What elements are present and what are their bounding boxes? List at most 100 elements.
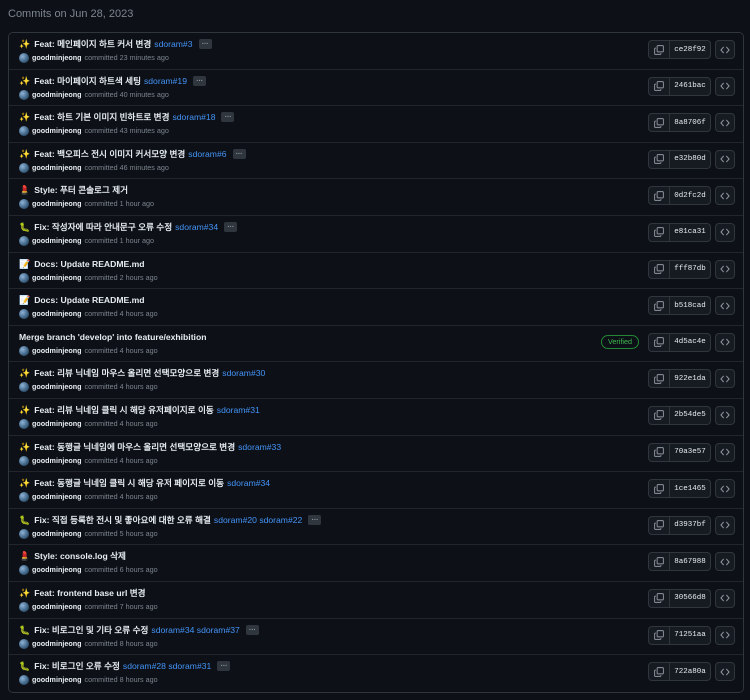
avatar[interactable] bbox=[19, 675, 29, 686]
browse-repo-button[interactable] bbox=[715, 186, 735, 206]
avatar[interactable] bbox=[19, 309, 29, 320]
issue-ref-link[interactable]: sdoram#30 bbox=[222, 368, 265, 378]
avatar[interactable] bbox=[19, 455, 29, 466]
commit-author-link[interactable]: goodminjeong bbox=[32, 602, 82, 612]
copy-sha-button[interactable] bbox=[649, 480, 670, 498]
copy-sha-button[interactable] bbox=[649, 223, 670, 241]
commit-title-link[interactable]: Feat: 하트 기본 이미지 빈하트로 변경 bbox=[34, 111, 169, 123]
avatar[interactable] bbox=[19, 162, 29, 173]
browse-repo-button[interactable] bbox=[715, 369, 735, 389]
ellipsis-icon[interactable]: … bbox=[198, 39, 212, 49]
issue-ref-link[interactable]: sdoram#22 bbox=[259, 515, 302, 525]
copy-sha-button[interactable] bbox=[649, 150, 670, 168]
avatar[interactable] bbox=[19, 272, 29, 283]
copy-sha-button[interactable] bbox=[649, 114, 670, 132]
avatar[interactable] bbox=[19, 53, 29, 63]
copy-sha-button[interactable] bbox=[649, 589, 670, 607]
browse-repo-button[interactable] bbox=[715, 479, 735, 499]
avatar[interactable] bbox=[19, 638, 29, 649]
issue-ref-link[interactable]: sdoram#34 bbox=[175, 222, 218, 232]
copy-sha-button[interactable] bbox=[649, 297, 670, 315]
commit-sha-link[interactable]: b518cad bbox=[670, 297, 710, 314]
browse-repo-button[interactable] bbox=[715, 40, 735, 59]
commit-author-link[interactable]: goodminjeong bbox=[32, 163, 82, 173]
browse-repo-button[interactable] bbox=[715, 259, 735, 279]
verified-badge[interactable]: Verified bbox=[601, 334, 639, 349]
commit-sha-link[interactable]: e81ca31 bbox=[670, 224, 710, 241]
commit-title-link[interactable]: Fix: 작성자에 따라 안내문구 오류 수정 bbox=[34, 221, 172, 233]
commit-sha-link[interactable]: 1ce1465 bbox=[670, 480, 710, 497]
copy-sha-button[interactable] bbox=[649, 187, 670, 205]
commit-title-link[interactable]: Fix: 비로그인 오류 수정 bbox=[34, 660, 120, 672]
browse-repo-button[interactable] bbox=[715, 625, 735, 645]
browse-repo-button[interactable] bbox=[715, 76, 735, 96]
browse-repo-button[interactable] bbox=[715, 332, 735, 352]
browse-repo-button[interactable] bbox=[715, 588, 735, 608]
commit-title-link[interactable]: Feat: 백오피스 전시 이미지 커서모양 변경 bbox=[34, 148, 185, 160]
avatar[interactable] bbox=[19, 89, 29, 100]
ellipsis-icon[interactable]: … bbox=[308, 514, 322, 525]
browse-repo-button[interactable] bbox=[715, 515, 735, 535]
commit-sha-link[interactable]: d3937bf bbox=[670, 517, 710, 534]
browse-repo-button[interactable] bbox=[715, 662, 735, 682]
browse-repo-button[interactable] bbox=[715, 442, 735, 462]
browse-repo-button[interactable] bbox=[715, 222, 735, 242]
issue-ref-link[interactable]: sdoram#19 bbox=[144, 76, 187, 86]
ellipsis-icon[interactable]: … bbox=[224, 221, 238, 232]
issue-ref-link[interactable]: sdoram#34 bbox=[227, 478, 270, 488]
copy-sha-button[interactable] bbox=[649, 626, 670, 644]
commit-sha-link[interactable]: 8a8706f bbox=[670, 114, 710, 131]
commit-author-link[interactable]: goodminjeong bbox=[32, 382, 82, 392]
avatar[interactable] bbox=[19, 601, 29, 612]
ellipsis-icon[interactable]: … bbox=[217, 661, 231, 672]
ellipsis-icon[interactable]: … bbox=[221, 112, 235, 123]
commit-title-link[interactable]: Style: console.log 삭제 bbox=[34, 550, 126, 562]
commit-title-link[interactable]: Fix: 비로그인 및 기타 오류 수정 bbox=[34, 624, 148, 636]
commit-author-link[interactable]: goodminjeong bbox=[32, 565, 82, 575]
commit-sha-link[interactable]: e32b80d bbox=[670, 151, 710, 168]
commit-author-link[interactable]: goodminjeong bbox=[32, 639, 82, 649]
commit-author-link[interactable]: goodminjeong bbox=[32, 346, 82, 356]
commit-sha-link[interactable]: 8a67988 bbox=[670, 553, 710, 570]
issue-ref-link[interactable]: sdoram#28 bbox=[123, 661, 166, 671]
issue-ref-link[interactable]: sdoram#31 bbox=[168, 661, 211, 671]
commit-author-link[interactable]: goodminjeong bbox=[32, 126, 82, 136]
browse-repo-button[interactable] bbox=[715, 405, 735, 425]
avatar[interactable] bbox=[19, 126, 29, 137]
commit-sha-link[interactable]: 2461bac bbox=[670, 78, 710, 95]
avatar[interactable] bbox=[19, 199, 29, 210]
issue-ref-link[interactable]: sdoram#6 bbox=[188, 149, 226, 159]
commit-author-link[interactable]: goodminjeong bbox=[32, 53, 82, 63]
commit-sha-link[interactable]: ce28f92 bbox=[670, 41, 710, 58]
copy-sha-button[interactable] bbox=[649, 516, 670, 534]
commit-sha-link[interactable]: 30566d8 bbox=[670, 590, 710, 607]
avatar[interactable] bbox=[19, 382, 29, 393]
commit-title-link[interactable]: Style: 푸터 콘솔로그 제거 bbox=[34, 184, 128, 196]
commit-sha-link[interactable]: 722a80a bbox=[670, 663, 710, 680]
ellipsis-icon[interactable]: … bbox=[192, 75, 206, 86]
browse-repo-button[interactable] bbox=[715, 552, 735, 572]
avatar[interactable] bbox=[19, 235, 29, 246]
issue-ref-link[interactable]: sdoram#18 bbox=[172, 112, 215, 122]
commit-title-link[interactable]: Merge branch 'develop' into feature/exhi… bbox=[19, 331, 206, 343]
commit-sha-link[interactable]: 4d5ac4e bbox=[670, 334, 710, 351]
avatar[interactable] bbox=[19, 418, 29, 429]
commit-author-link[interactable]: goodminjeong bbox=[32, 309, 82, 319]
commit-title-link[interactable]: Fix: 직접 등록한 전시 및 좋아요에 대한 오류 해결 bbox=[34, 514, 211, 526]
commit-author-link[interactable]: goodminjeong bbox=[32, 273, 82, 283]
commit-title-link[interactable]: Feat: frontend base url 변경 bbox=[34, 587, 145, 599]
commit-title-link[interactable]: Docs: Update README.md bbox=[34, 258, 144, 270]
commit-title-link[interactable]: Docs: Update README.md bbox=[34, 294, 144, 306]
avatar[interactable] bbox=[19, 528, 29, 539]
commit-sha-link[interactable]: 922e1da bbox=[670, 370, 710, 387]
copy-sha-button[interactable] bbox=[649, 260, 670, 278]
copy-sha-button[interactable] bbox=[649, 553, 670, 571]
commit-title-link[interactable]: Feat: 마이페이지 하트색 세팅 bbox=[34, 75, 141, 87]
copy-sha-button[interactable] bbox=[649, 406, 670, 424]
avatar[interactable] bbox=[19, 565, 29, 576]
commit-title-link[interactable]: Feat: 리뷰 닉네임 클릭 시 해당 유저페이지로 이동 bbox=[34, 404, 214, 416]
issue-ref-link[interactable]: sdoram#31 bbox=[217, 405, 260, 415]
commit-author-link[interactable]: goodminjeong bbox=[32, 199, 82, 209]
commit-sha-link[interactable]: 2b54de5 bbox=[670, 407, 710, 424]
ellipsis-icon[interactable]: … bbox=[245, 624, 259, 635]
